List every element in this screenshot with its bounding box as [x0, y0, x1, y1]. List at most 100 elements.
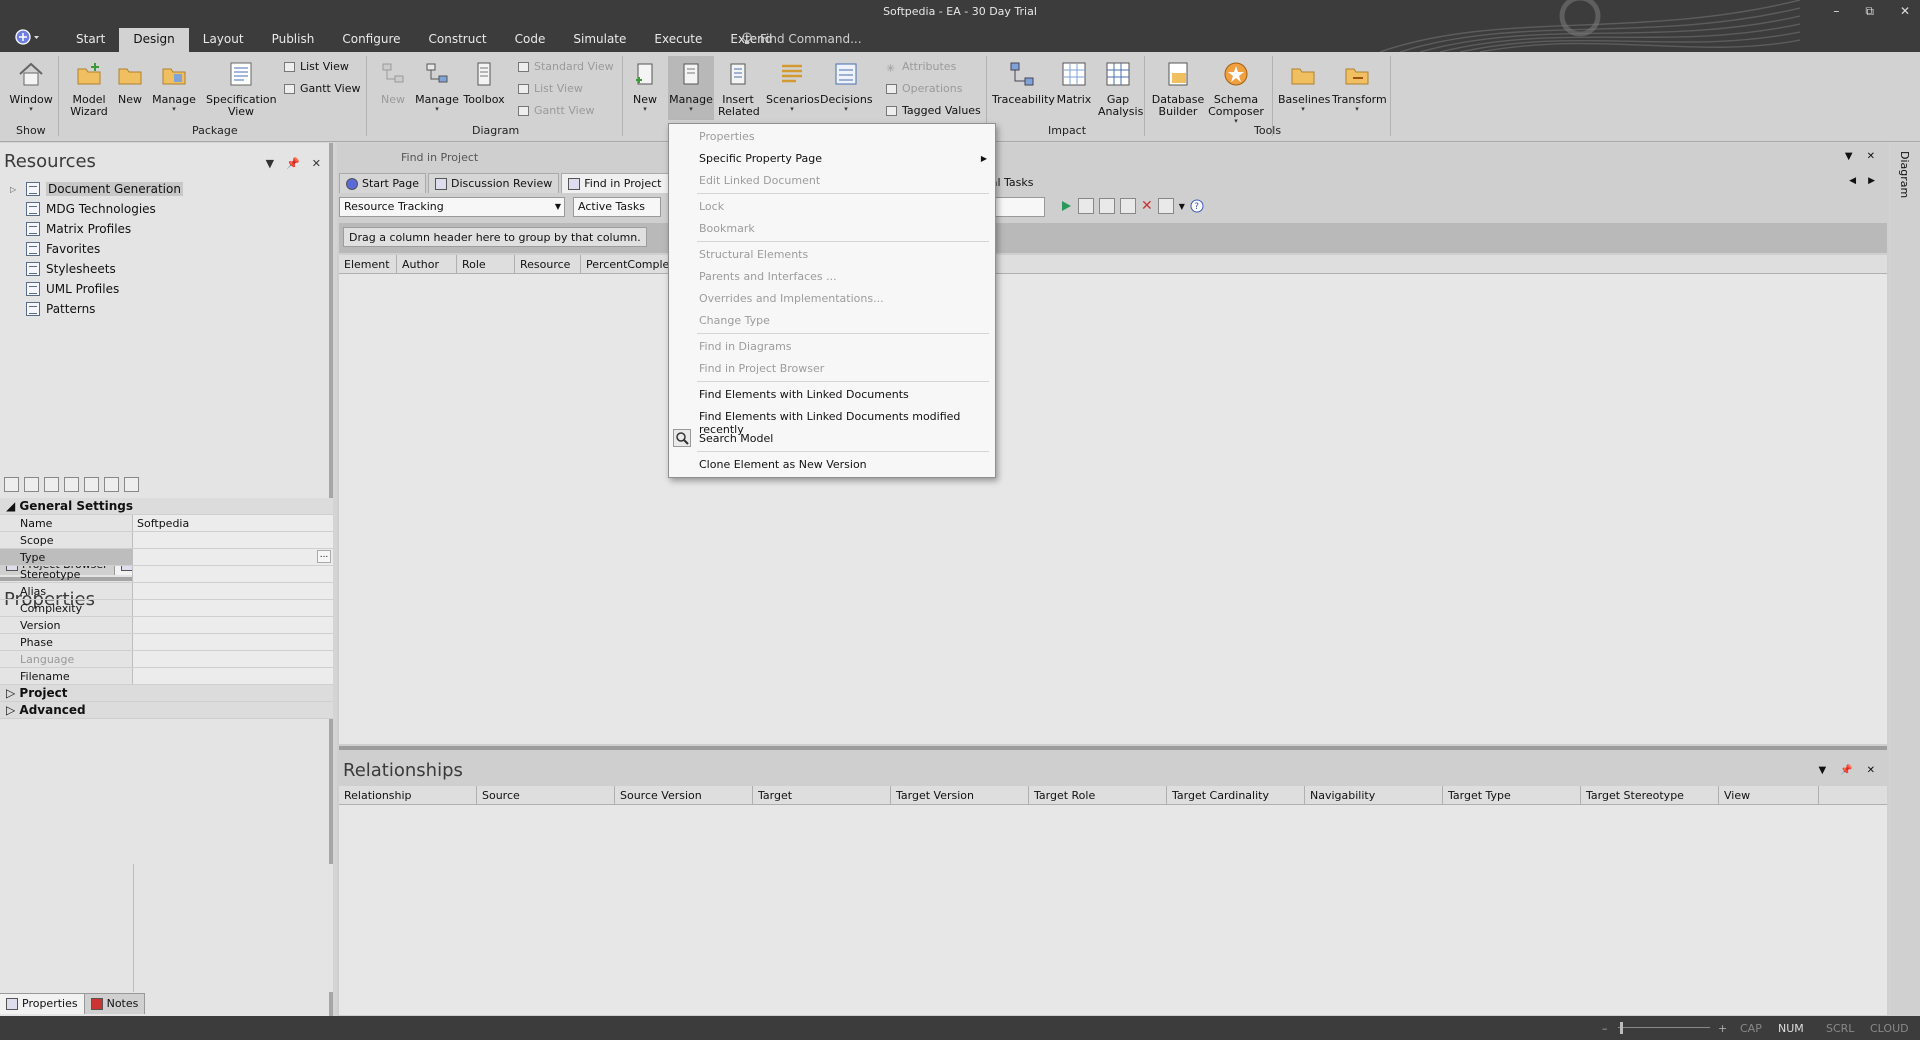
zoom-slider[interactable]: [1618, 1027, 1710, 1028]
sort-alpha-icon[interactable]: [24, 477, 39, 492]
tab-layout[interactable]: Layout: [189, 28, 258, 52]
close-button[interactable]: ✕: [1900, 4, 1910, 19]
specification-view-button[interactable]: Specification View: [206, 60, 277, 118]
pin-icon[interactable]: 📌: [286, 157, 300, 170]
col-target-version[interactable]: Target Version: [891, 786, 1029, 804]
col-source[interactable]: Source: [477, 786, 615, 804]
zoom-thumb[interactable]: [1620, 1022, 1623, 1034]
close-icon[interactable]: ✕: [1867, 151, 1875, 162]
tab-code[interactable]: Code: [501, 28, 560, 52]
col-target-role[interactable]: Target Role: [1029, 786, 1167, 804]
tree-item[interactable]: Favorites: [10, 239, 183, 259]
standard-view[interactable]: Standard View: [518, 60, 614, 73]
search-builder-icon[interactable]: [1078, 198, 1094, 214]
prop-row[interactable]: Type...: [0, 549, 333, 566]
col-element[interactable]: Element: [339, 255, 397, 273]
copy-icon[interactable]: [1099, 198, 1115, 214]
prop-row[interactable]: Language: [0, 651, 333, 668]
prop-row[interactable]: Version: [0, 617, 333, 634]
tree-item[interactable]: Matrix Profiles: [10, 219, 183, 239]
category-advanced[interactable]: ▷ Advanced: [0, 702, 333, 719]
diagram-gantt-view[interactable]: Gantt View: [518, 104, 594, 117]
attributes[interactable]: ✳ Attributes: [886, 60, 956, 75]
col-target-stereotype[interactable]: Target Stereotype: [1581, 786, 1719, 804]
col-view[interactable]: View: [1719, 786, 1819, 804]
menu-bookmark[interactable]: Bookmark: [699, 222, 755, 235]
prop-row[interactable]: Alias: [0, 583, 333, 600]
col-resource[interactable]: Resource: [515, 255, 581, 273]
toolbox-button[interactable]: Toolbox: [462, 60, 506, 106]
scenarios-button[interactable]: Scenarios ▾: [766, 60, 820, 113]
ea-logo-icon[interactable]: [14, 28, 42, 46]
menu-change-type[interactable]: Change Type: [699, 314, 770, 327]
model-wizard-button[interactable]: Model Wizard: [66, 60, 112, 118]
tab-start-page[interactable]: Start Page: [339, 173, 426, 193]
zoom-in-icon[interactable]: +: [1718, 1022, 1727, 1035]
tab-discussion-review[interactable]: Discussion Review: [428, 173, 560, 193]
group-by-area[interactable]: Drag a column header here to group by th…: [339, 223, 1887, 253]
baselines-button[interactable]: Baselines ▾: [1278, 60, 1330, 113]
menu-specific-property-page[interactable]: Specific Property Page ▶: [699, 152, 987, 165]
browse-button[interactable]: ...: [317, 550, 331, 563]
element-manage-button[interactable]: Manage ▾: [668, 56, 714, 120]
pin-icon[interactable]: 📌: [1840, 765, 1852, 776]
menu-parents-interfaces[interactable]: Parents and Interfaces ...: [699, 270, 837, 283]
tab-design[interactable]: Design: [119, 28, 189, 52]
link-icon[interactable]: [124, 477, 139, 492]
menu-clone-element[interactable]: Clone Element as New Version: [699, 458, 867, 471]
expand-icon[interactable]: ▷: [6, 703, 19, 717]
menu-structural-elements[interactable]: Structural Elements: [699, 248, 808, 261]
package-gantt-view[interactable]: Gantt View: [284, 82, 360, 95]
col-source-version[interactable]: Source Version: [615, 786, 753, 804]
col-relationship[interactable]: Relationship: [339, 786, 477, 804]
database-builder-button[interactable]: Database Builder: [1150, 60, 1206, 118]
category-project[interactable]: ▷ Project: [0, 685, 333, 702]
prop-row[interactable]: Name Softpedia: [0, 515, 333, 532]
diagram-side-tab[interactable]: Diagram: [1890, 143, 1920, 1016]
menu-find-in-project-browser[interactable]: Find in Project Browser: [699, 362, 824, 375]
prop-row[interactable]: Phase: [0, 634, 333, 651]
prop-row[interactable]: Scope: [0, 532, 333, 549]
tree-item[interactable]: Stylesheets: [10, 259, 183, 279]
menu-properties[interactable]: Properties: [699, 130, 755, 143]
tab-notes[interactable]: Notes: [84, 994, 146, 1014]
menu-search-model[interactable]: Search Model: [699, 432, 773, 445]
col-navigability[interactable]: Navigability: [1305, 786, 1443, 804]
options-icon[interactable]: [1157, 198, 1174, 214]
tagged-values[interactable]: Tagged Values: [886, 104, 981, 117]
diagram-manage-button[interactable]: Manage ▾: [414, 60, 460, 113]
restore-button[interactable]: ⧉: [1865, 4, 1874, 19]
dropdown-icon[interactable]: ▼: [1845, 151, 1853, 162]
find-command[interactable]: Find Command...: [742, 28, 862, 50]
menu-find-in-diagrams[interactable]: Find in Diagrams: [699, 340, 792, 353]
element-new-button[interactable]: New ▾: [630, 60, 660, 113]
tab-right-icon[interactable]: ▶: [1868, 176, 1875, 186]
close-icon[interactable]: ✕: [1867, 765, 1875, 776]
decisions-button[interactable]: Decisions ▾: [820, 60, 873, 113]
tree-item[interactable]: ▷ Document Generation: [10, 179, 183, 199]
prop-row[interactable]: Complexity: [0, 600, 333, 617]
tab-left-icon[interactable]: ◀: [1849, 176, 1856, 186]
insert-related-button[interactable]: Insert Related: [718, 60, 760, 118]
prop-row[interactable]: Stereotype: [0, 566, 333, 583]
tab-execute[interactable]: Execute: [640, 28, 716, 52]
next-icon[interactable]: [64, 477, 79, 492]
tree-item[interactable]: Patterns: [10, 299, 183, 319]
collapse-icon[interactable]: ◢: [6, 499, 19, 513]
package-new-button[interactable]: New: [116, 60, 144, 106]
matrix-button[interactable]: Matrix: [1056, 60, 1092, 106]
col-target[interactable]: Target: [753, 786, 891, 804]
tab-publish[interactable]: Publish: [258, 28, 329, 52]
tab-simulate[interactable]: Simulate: [559, 28, 640, 52]
prev-icon[interactable]: [44, 477, 59, 492]
category-general[interactable]: ◢ General Settings: [0, 498, 333, 515]
col-role[interactable]: Role: [457, 255, 515, 273]
menu-overrides-implementations[interactable]: Overrides and Implementations...: [699, 292, 884, 305]
dropdown-icon[interactable]: ▼: [266, 157, 274, 170]
col-target-type[interactable]: Target Type: [1443, 786, 1581, 804]
tree-item[interactable]: UML Profiles: [10, 279, 183, 299]
options-icon[interactable]: [84, 477, 99, 492]
col-author[interactable]: Author: [397, 255, 457, 273]
traceability-button[interactable]: Traceability: [992, 60, 1055, 106]
expand-icon[interactable]: ▷: [10, 185, 20, 194]
